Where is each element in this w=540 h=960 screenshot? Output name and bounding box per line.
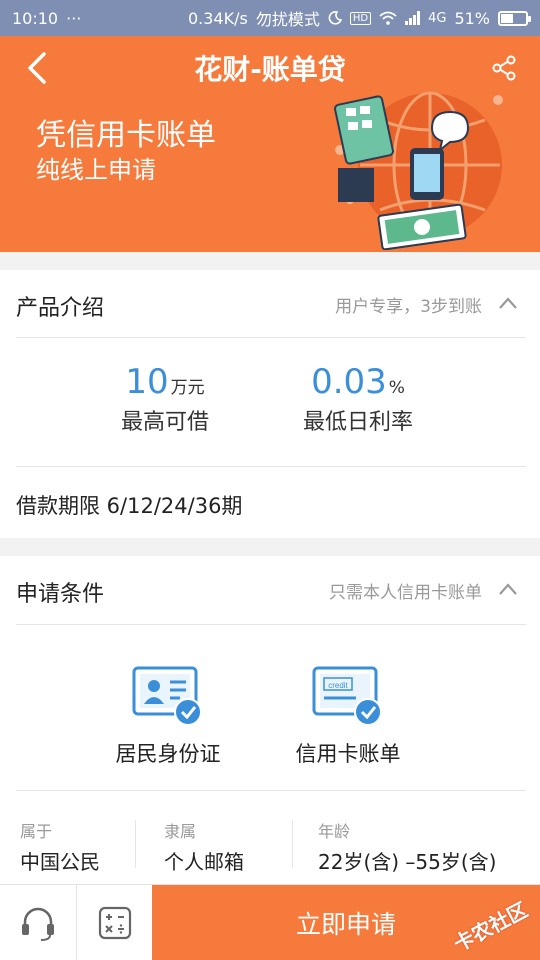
product-section-note: 用户专享，3步到账 xyxy=(335,297,482,317)
calculator-button[interactable] xyxy=(77,885,153,960)
product-intro-card: 产品介绍 用户专享，3步到账 10 万元 最高可借 0.03% 最低日利率 借款期… xyxy=(0,270,540,538)
product-section-title: 产品介绍 xyxy=(16,296,105,321)
min-rate-unit: % xyxy=(388,378,405,398)
min-rate-stat: 0.03% 最低日利率 xyxy=(286,362,430,436)
signal-icon xyxy=(405,11,421,25)
condition-label: 信用卡账单 xyxy=(295,742,401,766)
dnd-mode: 勿扰模式 xyxy=(255,10,320,29)
info-key: 隶属 xyxy=(164,822,197,841)
condition-label: 居民身份证 xyxy=(115,742,221,766)
apply-now-button[interactable]: 立即申请 卡农社区 xyxy=(152,885,540,960)
customer-service-button[interactable] xyxy=(0,885,76,960)
status-bar: 10:10 ··· 0.34K/s 勿扰模式 HD 4G 51% xyxy=(0,0,540,36)
condition-credit-bill: credit 信用卡账单 xyxy=(268,664,428,768)
info-age: 年龄 22岁(含) –55岁(含) xyxy=(318,818,496,875)
max-amount-stat: 10 万元 最高可借 xyxy=(100,362,230,436)
header-banner: 花财-账单贷 凭信用卡账单 纯线上申请 xyxy=(0,36,540,252)
watermark: 卡农社区 xyxy=(449,897,532,957)
headset-icon xyxy=(22,907,54,941)
max-amount-unit: 万元 xyxy=(170,378,205,398)
conditions-card: 申请条件 只需本人信用卡账单 居民身份证 credit 信用卡账单 属于 中国公… xyxy=(0,556,540,886)
info-citizen: 属于 中国公民 xyxy=(20,818,100,875)
credit-card-icon: credit xyxy=(312,666,382,726)
status-dots: ··· xyxy=(66,8,82,28)
info-value: 22岁(含) –55岁(含) xyxy=(318,850,497,874)
banner-illustration xyxy=(334,91,503,250)
divider xyxy=(16,624,526,625)
hd-icon: HD xyxy=(349,11,372,25)
max-amount-label: 最高可借 xyxy=(120,410,209,435)
info-key: 属于 xyxy=(20,822,53,841)
info-value: 个人邮箱 xyxy=(164,850,244,874)
id-card-icon xyxy=(132,666,202,726)
loan-term: 借款期限 6/12/24/36期 xyxy=(16,494,243,518)
chevron-up-icon[interactable] xyxy=(498,582,518,596)
divider xyxy=(292,820,293,868)
banner-subline: 纯线上申请 xyxy=(36,156,156,184)
wifi-icon xyxy=(379,11,397,25)
divider xyxy=(16,466,526,467)
conditions-section-title: 申请条件 xyxy=(16,582,105,607)
divider xyxy=(16,337,526,338)
conditions-section-note: 只需本人信用卡账单 xyxy=(329,583,482,603)
min-rate-value: 0.03 xyxy=(311,362,387,402)
banner-headline: 凭信用卡账单 xyxy=(36,118,216,153)
info-key: 年龄 xyxy=(318,822,351,841)
share-icon[interactable] xyxy=(490,54,518,82)
apply-now-label: 立即申请 xyxy=(295,910,396,939)
info-email: 隶属 个人邮箱 xyxy=(164,818,244,875)
info-value: 中国公民 xyxy=(20,850,100,874)
divider xyxy=(135,820,136,868)
battery-percent: 51% xyxy=(454,8,490,28)
divider xyxy=(16,790,526,791)
status-time: 10:10 xyxy=(12,8,59,28)
chevron-up-icon[interactable] xyxy=(498,296,518,310)
battery-icon xyxy=(498,10,531,26)
calculator-icon xyxy=(98,906,132,940)
moon-icon xyxy=(328,11,342,25)
max-amount-value: 10 xyxy=(125,362,169,402)
battery-level xyxy=(501,13,514,23)
network-speed: 0.34K/s xyxy=(187,8,248,28)
min-rate-label: 最低日利率 xyxy=(302,410,413,435)
credit-card-text: credit xyxy=(328,681,348,690)
condition-id-card: 居民身份证 xyxy=(88,664,248,768)
network-type: 4G xyxy=(428,10,447,26)
bottom-action-bar: 立即申请 卡农社区 xyxy=(0,884,540,960)
